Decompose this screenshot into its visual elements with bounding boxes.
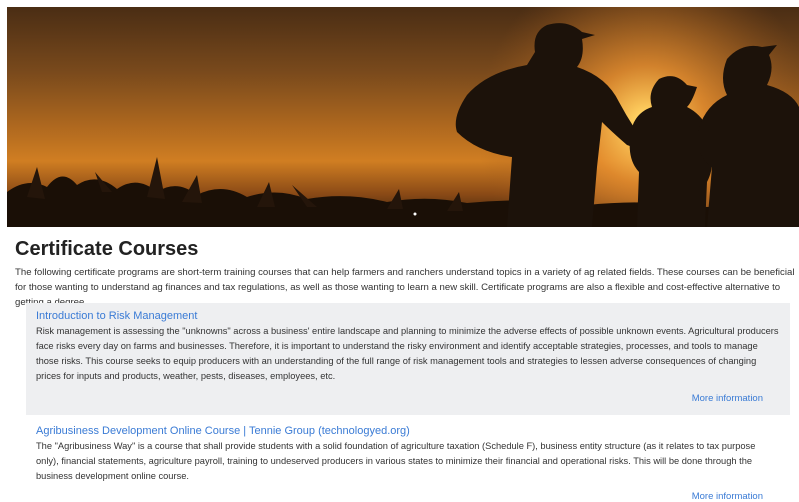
course-description: The "Agribusiness Way" is a course that … [36, 441, 756, 481]
course-title-link[interactable]: Agribusiness Development Online Course |… [36, 425, 780, 437]
course-card-agribusiness: Agribusiness Development Online Course |… [26, 418, 790, 502]
course-card-risk-management: Introduction to Risk Management Risk man… [26, 303, 790, 415]
more-information-link[interactable]: More information [692, 393, 763, 404]
farmers-sunset-illustration [7, 7, 799, 227]
page-title: Certificate Courses [15, 238, 199, 260]
course-description: Risk management is assessing the "unknow… [36, 326, 779, 381]
more-information-link[interactable]: More information [692, 491, 763, 502]
hero-banner-image [7, 7, 799, 227]
course-title-link[interactable]: Introduction to Risk Management [36, 310, 780, 322]
